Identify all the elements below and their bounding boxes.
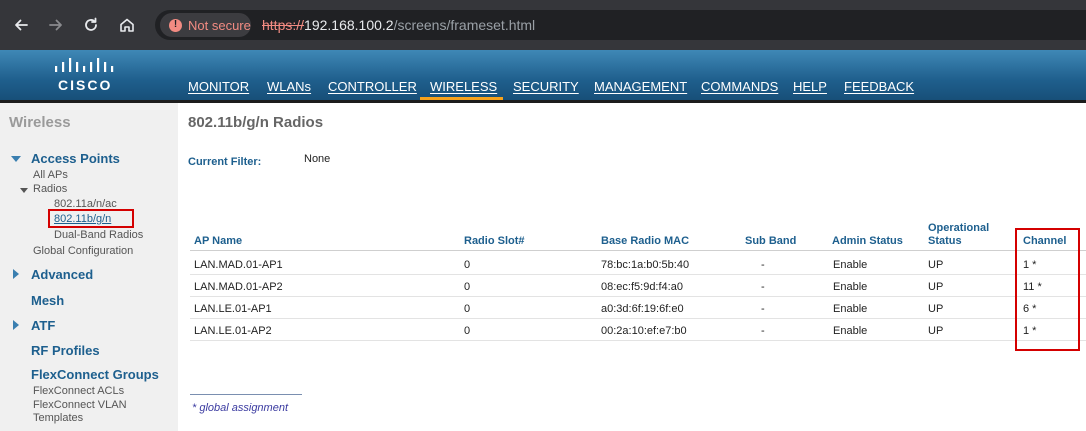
cisco-logo: CISCO xyxy=(50,57,130,95)
menu-management[interactable]: MANAGEMENT xyxy=(594,79,687,94)
reload-icon xyxy=(85,17,97,31)
table-row[interactable]: LAN.MAD.01-AP1 0 78:bc:1a:b0:5b:40 - Ena… xyxy=(190,253,1086,275)
address-bar[interactable]: ! Not secure https://192.168.100.2/scree… xyxy=(155,10,1086,40)
sidebar-item-radios[interactable]: Radios xyxy=(33,183,67,195)
cell-admin-status: Enable xyxy=(833,303,868,315)
menu-wlans[interactable]: WLANs xyxy=(267,79,311,94)
arrow-left-icon xyxy=(15,19,28,31)
expand-small-icon[interactable] xyxy=(20,188,28,193)
cell-base-mac: 00:2a:10:ef:e7:b0 xyxy=(601,325,687,337)
footnote-divider xyxy=(190,394,302,395)
sidebar-title: Wireless xyxy=(9,114,71,131)
menu-wireless[interactable]: WIRELESS xyxy=(430,79,497,94)
sidebar-item-dual-band[interactable]: Dual-Band Radios xyxy=(54,229,143,241)
expand-right-icon[interactable] xyxy=(13,320,19,330)
table-row[interactable]: LAN.LE.01-AP1 0 a0:3d:6f:19:6f:e0 - Enab… xyxy=(190,297,1086,319)
menu-help[interactable]: HELP xyxy=(793,79,827,94)
cell-ap-name[interactable]: LAN.LE.01-AP2 xyxy=(194,325,272,337)
cell-ap-name[interactable]: LAN.MAD.01-AP2 xyxy=(194,281,283,293)
table-row[interactable]: LAN.MAD.01-AP2 0 08:ec:f5:9d:f4:a0 - Ena… xyxy=(190,275,1086,297)
column-header-base-mac: Base Radio MAC xyxy=(601,235,690,247)
cell-radio-slot: 0 xyxy=(464,303,471,315)
column-header-radio-slot: Radio Slot# xyxy=(464,235,525,247)
warning-icon: ! xyxy=(169,18,182,32)
cell-admin-status: Enable xyxy=(833,281,868,293)
reload-button[interactable] xyxy=(79,13,103,37)
cell-radio-slot: 0 xyxy=(464,325,471,337)
menu-monitor[interactable]: MONITOR xyxy=(188,79,249,94)
cell-radio-slot: 0 xyxy=(464,281,471,293)
sidebar-item-flexconnect-acls[interactable]: FlexConnect ACLs xyxy=(33,385,124,397)
cell-sub-band: - xyxy=(761,303,765,315)
menu-controller[interactable]: CONTROLLER xyxy=(328,79,417,94)
column-header-ap-name[interactable]: AP Name xyxy=(194,235,242,248)
url-host: 192.168.100.2 xyxy=(304,17,394,33)
browser-toolbar: ! Not secure https://192.168.100.2/scree… xyxy=(0,0,1086,50)
main-content: 802.11b/g/n Radios Current Filter: None … xyxy=(178,103,1086,431)
footnote: * global assignment xyxy=(192,402,289,414)
expand-down-icon[interactable] xyxy=(11,156,21,162)
url-scheme: https:// xyxy=(262,17,305,33)
filter-label: Current Filter: xyxy=(188,156,262,168)
cell-ap-name[interactable]: LAN.MAD.01-AP1 xyxy=(194,259,283,271)
sidebar-item-flexconnect-groups[interactable]: FlexConnect Groups xyxy=(31,367,159,382)
column-header-oper-status-line1: Operational xyxy=(928,222,990,234)
column-header-admin-status: Admin Status xyxy=(832,235,903,247)
back-button[interactable] xyxy=(9,13,33,37)
table-header-divider xyxy=(190,250,1086,251)
column-header-oper-status-line2: Status xyxy=(928,235,962,247)
cell-oper-status: UP xyxy=(928,281,944,293)
highlight-box-channel xyxy=(1015,228,1080,351)
menu-feedback[interactable]: FEEDBACK xyxy=(844,79,914,94)
cisco-bars-icon xyxy=(55,58,114,72)
sidebar-item-global-config[interactable]: Global Configuration xyxy=(33,245,133,257)
sidebar-item-mesh[interactable]: Mesh xyxy=(31,293,64,308)
page-title: 802.11b/g/n Radios xyxy=(188,114,324,131)
cell-oper-status: UP xyxy=(928,259,944,271)
sidebar: Wireless Access Points All APs Radios 80… xyxy=(0,103,178,431)
sidebar-item-rf-profiles[interactable]: RF Profiles xyxy=(31,343,100,358)
filter-value: None xyxy=(304,153,331,165)
column-header-oper-status: Operational Status xyxy=(928,222,989,248)
cell-sub-band: - xyxy=(761,281,765,293)
security-label: Not secure xyxy=(188,17,251,33)
forward-button[interactable] xyxy=(44,13,68,37)
security-chip[interactable]: ! Not secure xyxy=(160,13,251,37)
cell-admin-status: Enable xyxy=(833,325,868,337)
cell-radio-slot: 0 xyxy=(464,259,471,271)
sidebar-item-all-aps[interactable]: All APs xyxy=(33,169,68,181)
menu-commands[interactable]: COMMANDS xyxy=(701,79,778,94)
highlight-box-sidebar xyxy=(48,209,134,228)
sidebar-item-advanced[interactable]: Advanced xyxy=(31,267,93,282)
sidebar-item-flexconnect-vlan-templates[interactable]: Templates xyxy=(33,412,83,424)
cell-ap-name[interactable]: LAN.LE.01-AP1 xyxy=(194,303,272,315)
app-header: CISCO MONITOR WLANs CONTROLLER WIRELESS … xyxy=(0,50,1086,101)
cell-base-mac: 78:bc:1a:b0:5b:40 xyxy=(601,259,690,271)
sidebar-item-atf[interactable]: ATF xyxy=(31,318,55,333)
column-header-sub-band: Sub Band xyxy=(745,235,797,247)
cell-sub-band: - xyxy=(761,259,765,271)
cell-base-mac: a0:3d:6f:19:6f:e0 xyxy=(601,303,684,315)
cell-oper-status: UP xyxy=(928,325,944,337)
url-text[interactable]: https://192.168.100.2/screens/frameset.h… xyxy=(262,17,535,33)
home-icon xyxy=(120,18,134,32)
menu-security[interactable]: SECURITY xyxy=(513,79,579,94)
cell-oper-status: UP xyxy=(928,303,944,315)
sidebar-item-access-points[interactable]: Access Points xyxy=(31,151,120,166)
arrow-right-icon xyxy=(49,19,62,31)
cell-base-mac: 08:ec:f5:9d:f4:a0 xyxy=(601,281,683,293)
sidebar-item-flexconnect-vlan[interactable]: FlexConnect VLAN xyxy=(33,399,127,411)
home-button[interactable] xyxy=(115,13,139,37)
url-path: /screens/frameset.html xyxy=(393,17,536,33)
table-row[interactable]: LAN.LE.01-AP2 0 00:2a:10:ef:e7:b0 - Enab… xyxy=(190,319,1086,341)
cell-sub-band: - xyxy=(761,325,765,337)
logo-word: CISCO xyxy=(58,77,113,93)
expand-right-icon[interactable] xyxy=(13,269,19,279)
cell-admin-status: Enable xyxy=(833,259,868,271)
